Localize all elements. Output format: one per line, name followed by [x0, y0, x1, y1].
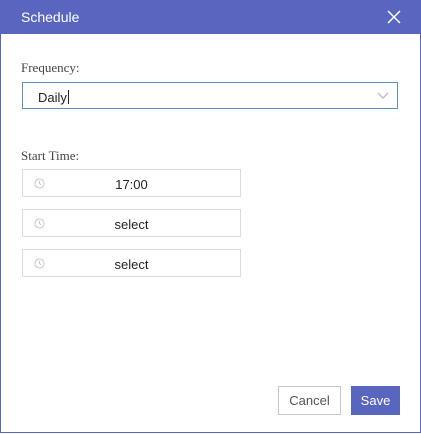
cancel-button[interactable]: Cancel: [278, 386, 341, 415]
close-icon[interactable]: [385, 8, 403, 26]
start-time-picker-1[interactable]: 17:00: [22, 169, 241, 197]
start-time-value: select: [114, 217, 149, 232]
schedule-dialog: Schedule Frequency: Daily Start Time: 17…: [0, 0, 421, 433]
start-time-picker-3[interactable]: select: [22, 249, 241, 277]
clock-icon: [34, 178, 45, 189]
start-time-value: 17:00: [115, 177, 148, 192]
start-time-picker-2[interactable]: select: [22, 209, 241, 237]
frequency-select[interactable]: Daily: [22, 82, 398, 109]
start-time-label: Start Time:: [21, 148, 80, 163]
frequency-label: Frequency:: [21, 60, 80, 75]
save-button[interactable]: Save: [351, 386, 400, 415]
dialog-title: Schedule: [21, 9, 80, 25]
text-cursor: [67, 90, 69, 104]
chevron-down-icon: [377, 92, 389, 99]
clock-icon: [34, 258, 45, 269]
frequency-value: Daily: [38, 90, 69, 105]
clock-icon: [34, 218, 45, 229]
dialog-titlebar: Schedule: [1, 0, 420, 34]
start-time-value: select: [114, 257, 149, 272]
